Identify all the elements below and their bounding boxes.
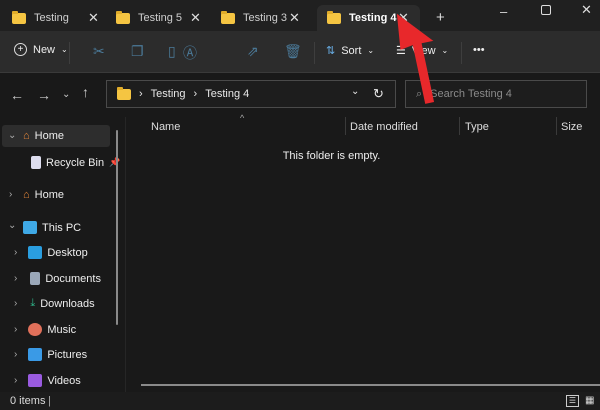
- close-tab-icon[interactable]: ✕: [190, 10, 201, 26]
- sidebar-item-documents[interactable]: › Documents: [14, 272, 101, 285]
- sidebar-item-this-pc[interactable]: This PC: [23, 221, 81, 234]
- address-bar[interactable]: › Testing › Testing 4 ⌄ ↻: [106, 80, 396, 108]
- folder-icon: [116, 10, 130, 24]
- folder-icon: [327, 10, 341, 24]
- folder-icon: [117, 86, 131, 100]
- sidebar-item-music[interactable]: › Music: [14, 323, 76, 336]
- divider: [314, 42, 315, 64]
- sort-icon: ⇅: [326, 45, 336, 57]
- column-header-type[interactable]: Type: [465, 121, 489, 133]
- sidebar-label: Videos: [47, 374, 81, 387]
- home-icon: ⌂: [23, 130, 30, 142]
- address-dropdown-icon[interactable]: ⌄: [351, 86, 359, 97]
- close-window-button[interactable]: ✕: [581, 2, 592, 18]
- tab-label: Testing 3: [243, 12, 288, 24]
- maximize-button[interactable]: [541, 5, 551, 15]
- tab-label: Testing 5: [138, 12, 183, 24]
- home-icon: ⌂: [23, 189, 30, 201]
- status-bar: 0 items | ☰ ▦: [0, 392, 600, 410]
- tab-testing-3[interactable]: Testing 3 ✕: [211, 5, 313, 31]
- paste-icon[interactable]: ▯: [168, 43, 176, 60]
- chevron-right-icon[interactable]: ›: [9, 189, 12, 200]
- column-header-name[interactable]: Name: [151, 121, 180, 133]
- divider: [69, 42, 70, 64]
- cut-icon[interactable]: ✂: [93, 43, 105, 60]
- details-view-button[interactable]: ☰: [566, 395, 579, 407]
- sidebar-label: Desktop: [47, 246, 88, 259]
- copy-icon[interactable]: ❐: [131, 43, 144, 60]
- sidebar-item-downloads[interactable]: › ⤓ Downloads: [14, 297, 95, 310]
- rename-icon[interactable]: Ⓐ: [183, 43, 197, 63]
- tab-testing-5[interactable]: Testing 5 ✕: [106, 5, 208, 31]
- divider: [556, 117, 557, 135]
- chevron-right-icon: ›: [139, 88, 143, 100]
- horizontal-scrollbar[interactable]: [141, 384, 600, 386]
- downloads-icon: ⤓: [30, 297, 36, 309]
- new-label: New: [33, 43, 56, 56]
- column-header-date-modified[interactable]: Date modified: [350, 121, 418, 133]
- new-button[interactable]: + New ⌄: [14, 43, 68, 56]
- tab-label: Testing 4: [349, 12, 397, 24]
- sidebar-item-desktop[interactable]: › Desktop: [14, 246, 88, 259]
- divider: [459, 117, 460, 135]
- music-icon: [28, 323, 43, 336]
- divider: |: [48, 395, 51, 407]
- breadcrumb-testing-4[interactable]: Testing 4: [205, 88, 249, 100]
- delete-icon[interactable]: 🗑: [284, 43, 302, 60]
- sort-ascending-icon: ^: [240, 113, 245, 123]
- minimize-button[interactable]: –: [500, 4, 507, 19]
- plus-circle-icon: +: [14, 43, 27, 56]
- divider: [461, 42, 462, 64]
- folder-icon: [221, 10, 235, 24]
- forward-button[interactable]: →: [37, 87, 51, 103]
- refresh-icon[interactable]: ↻: [373, 86, 384, 102]
- share-icon[interactable]: ⇗: [247, 43, 259, 60]
- folder-icon: [12, 10, 26, 24]
- sort-button[interactable]: ⇅ Sort ⌄: [326, 44, 374, 58]
- documents-icon: [30, 272, 41, 285]
- sidebar-label: This PC: [42, 221, 82, 234]
- tab-label: Testing: [34, 12, 69, 24]
- sidebar-item-home[interactable]: ⌂ Home: [23, 130, 64, 142]
- sort-label: Sort: [341, 44, 362, 57]
- red-arrow-annotation: [396, 13, 435, 104]
- computer-icon: [23, 221, 37, 234]
- videos-icon: [28, 374, 43, 387]
- sidebar-label: Music: [47, 323, 77, 336]
- column-header-size[interactable]: Size: [561, 121, 582, 133]
- breadcrumb-testing[interactable]: Testing: [151, 88, 186, 100]
- sidebar-label: Documents: [45, 272, 101, 285]
- more-button[interactable]: •••: [473, 44, 485, 56]
- empty-folder-message: This folder is empty.: [282, 150, 381, 162]
- up-button[interactable]: ↑: [82, 84, 89, 100]
- tiles-view-button[interactable]: ▦: [585, 395, 594, 406]
- chevron-down-icon[interactable]: ⌄: [8, 130, 16, 141]
- sidebar-label: Downloads: [40, 297, 95, 310]
- chevron-down-icon[interactable]: ⌄: [8, 220, 16, 231]
- chevron-right-icon: ›: [193, 88, 198, 100]
- desktop-icon: [28, 246, 43, 259]
- close-tab-icon[interactable]: ✕: [88, 10, 99, 26]
- sidebar-label: Home: [34, 189, 64, 201]
- more-label: •••: [473, 44, 485, 56]
- recent-dropdown[interactable]: ⌄: [62, 89, 70, 100]
- sidebar-item-home-2[interactable]: ⌂ Home: [23, 189, 64, 201]
- tab-testing[interactable]: Testing ✕: [2, 5, 104, 31]
- divider: [345, 117, 346, 135]
- sidebar-item-pictures[interactable]: › Pictures: [14, 348, 87, 361]
- sidebar-label: Home: [34, 130, 64, 142]
- back-button[interactable]: ←: [10, 87, 24, 103]
- pictures-icon: [28, 348, 43, 361]
- item-count: 0 items: [10, 395, 46, 407]
- sidebar-label: Pictures: [47, 348, 88, 361]
- close-tab-icon[interactable]: ✕: [289, 10, 300, 26]
- sidebar-item-videos[interactable]: › Videos: [14, 374, 81, 387]
